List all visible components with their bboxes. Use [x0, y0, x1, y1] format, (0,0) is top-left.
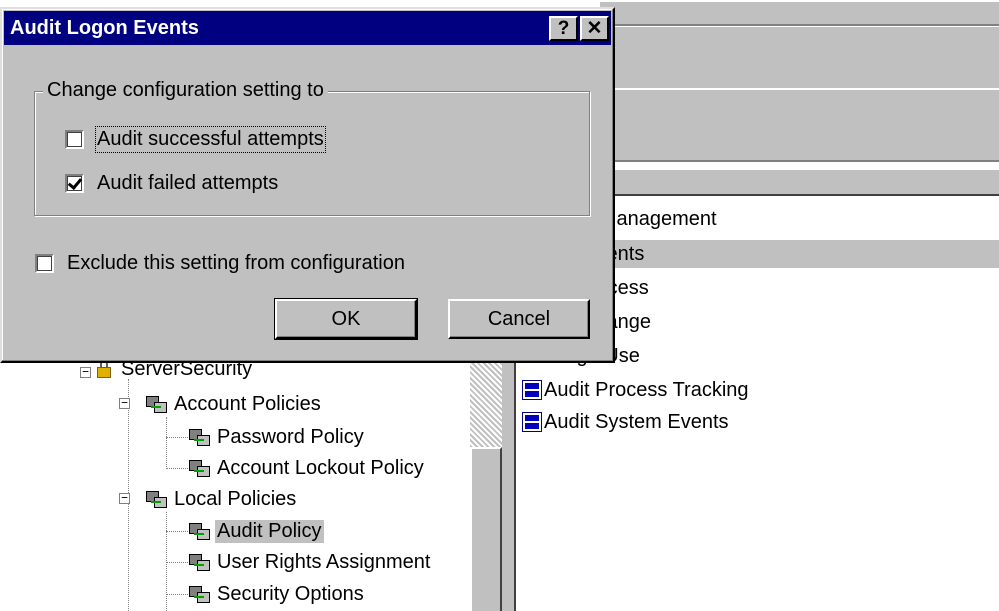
- close-icon: ✕: [586, 17, 603, 39]
- tree-item-password-policy[interactable]: Password Policy: [188, 423, 366, 451]
- audit-success-option[interactable]: Audit successful attempts: [65, 126, 326, 153]
- close-button[interactable]: ✕: [580, 15, 609, 41]
- list-item-label: Audit Process Tracking: [544, 378, 749, 401]
- audit-policy-icon: [522, 380, 542, 400]
- groupbox-label: Change configuration setting to: [43, 79, 328, 102]
- policy-folder-icon: [188, 551, 212, 573]
- tree-item-label: Local Policies: [174, 487, 297, 510]
- tree-connector: [166, 562, 188, 563]
- audit-logon-events-dialog: Audit Logon Events ? ✕ Change configurat…: [0, 7, 615, 363]
- expand-toggle[interactable]: −: [80, 366, 91, 378]
- list-item-label: Audit System Events: [544, 410, 729, 433]
- tree-item-label: Account Policies: [174, 392, 321, 415]
- tree-item-label: User Rights Assignment: [217, 550, 431, 573]
- help-icon: ?: [557, 17, 570, 39]
- audit-policy-icon: [522, 412, 542, 432]
- tree-connector: [166, 468, 188, 469]
- tree-connector: [166, 594, 188, 595]
- help-button[interactable]: ?: [549, 15, 578, 41]
- tree-item-account-policies[interactable]: Account Policies: [145, 390, 323, 418]
- tree-item-user-rights-assignment[interactable]: User Rights Assignment: [188, 548, 432, 576]
- exclude-setting-checkbox[interactable]: [35, 254, 54, 273]
- tree-item-label: Audit Policy: [215, 519, 324, 543]
- tree-item-local-policies[interactable]: Local Policies: [145, 485, 298, 513]
- console-tree: − ServerSecurity − Account Policies Pass…: [0, 358, 470, 611]
- tree-connector: [166, 437, 188, 438]
- audit-success-label: Audit successful attempts: [95, 126, 326, 153]
- list-item-system-events[interactable]: Audit System Events: [522, 408, 729, 436]
- exclude-setting-option[interactable]: Exclude this setting from configuration: [35, 252, 405, 275]
- ok-button-label: OK: [331, 307, 361, 330]
- tree-item-label: Account Lockout Policy: [217, 456, 424, 479]
- audit-failed-option[interactable]: Audit failed attempts: [65, 172, 278, 195]
- tree-item-label: Security Options: [217, 582, 364, 605]
- policy-folder-icon: [188, 457, 212, 479]
- tree-item-security-options[interactable]: Security Options: [188, 580, 366, 608]
- scrollbar-thumb[interactable]: [470, 447, 502, 611]
- tree-connector: [166, 531, 188, 532]
- cancel-button[interactable]: Cancel: [448, 299, 590, 339]
- dialog-title: Audit Logon Events: [10, 16, 199, 39]
- cancel-button-label: Cancel: [487, 307, 551, 330]
- tree-scrollbar[interactable]: [470, 362, 514, 611]
- dialog-titlebar[interactable]: Audit Logon Events ? ✕: [4, 11, 611, 45]
- console-menubar: [600, 0, 999, 88]
- policy-folder-icon: [145, 393, 169, 415]
- tree-item-audit-policy[interactable]: Audit Policy: [188, 517, 324, 545]
- configuration-groupbox: Change configuration setting to Audit su…: [34, 79, 590, 216]
- expand-toggle[interactable]: −: [119, 492, 130, 504]
- ok-button[interactable]: OK: [274, 298, 418, 340]
- tree-connector: [166, 417, 167, 469]
- policy-folder-icon: [188, 583, 212, 605]
- expand-toggle[interactable]: −: [119, 397, 130, 409]
- policy-folder-icon: [188, 426, 212, 448]
- list-item-process-tracking[interactable]: Audit Process Tracking: [522, 376, 749, 404]
- policy-folder-icon: [188, 520, 212, 542]
- policy-folder-icon: [145, 488, 169, 510]
- audit-failed-label: Audit failed attempts: [97, 172, 279, 194]
- tree-item-label: Password Policy: [217, 425, 364, 448]
- tree-item-account-lockout-policy[interactable]: Account Lockout Policy: [188, 454, 426, 482]
- audit-failed-checkbox[interactable]: [65, 174, 84, 193]
- audit-success-checkbox[interactable]: [65, 130, 84, 149]
- exclude-setting-label: Exclude this setting from configuration: [67, 252, 405, 274]
- console-toolbar: [600, 88, 999, 162]
